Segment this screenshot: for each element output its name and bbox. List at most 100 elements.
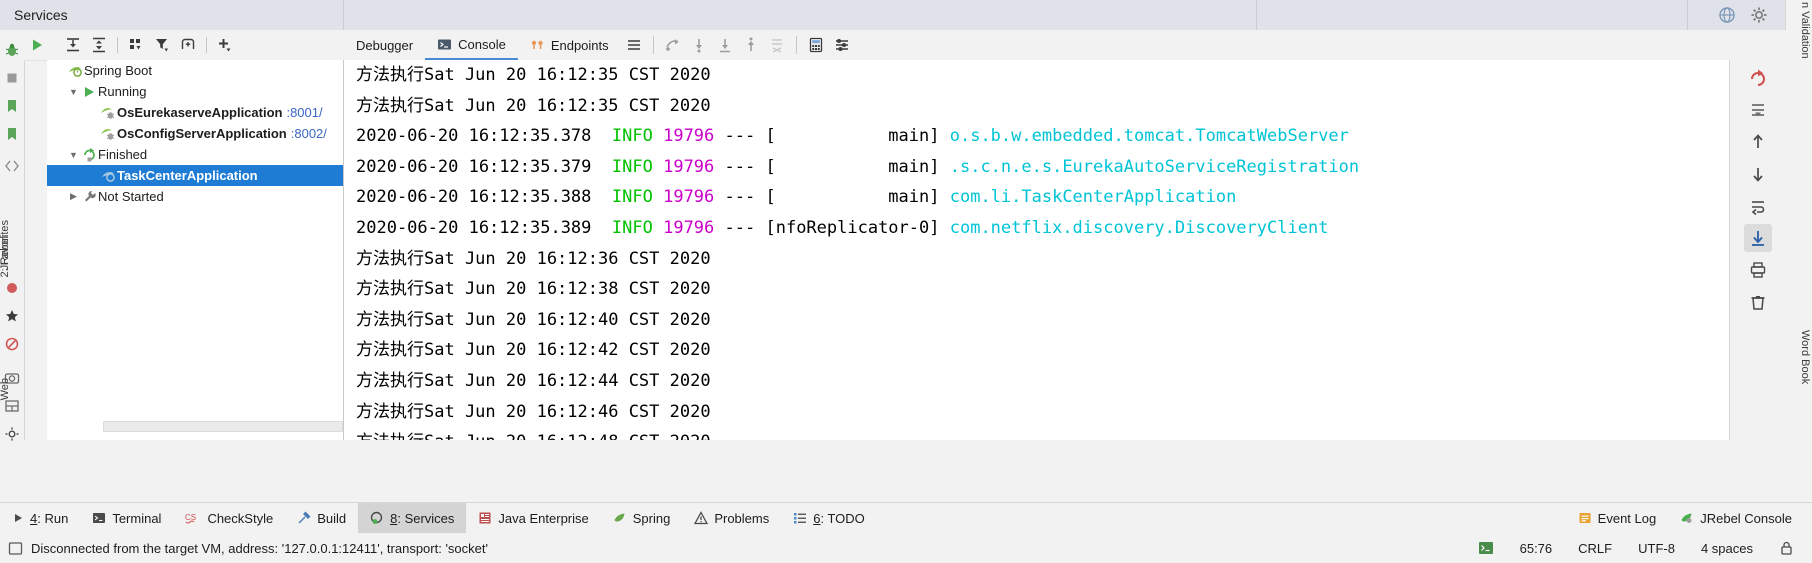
tree-node-osconfigserverapplication[interactable]: OsConfigServerApplication :8002/ (47, 123, 343, 144)
status-bar-right: 65:76 CRLF UTF-8 4 spaces (1478, 540, 1812, 556)
log-line-info: 2020-06-20 16:12:35.388 INFO 19796 --- [… (344, 182, 1730, 213)
log-thread: main] (775, 187, 940, 208)
expand-all-button[interactable] (60, 32, 86, 58)
group-by-button[interactable] (123, 32, 149, 58)
tool-window-event-log[interactable]: Event Log (1566, 503, 1669, 533)
log-timestamp: 2020-06-20 16:12:35.378 (356, 126, 592, 147)
force-step-into-icon[interactable] (712, 32, 738, 58)
tool-window-checkstyle-label: CheckStyle (207, 510, 274, 526)
lock-icon[interactable] (1779, 540, 1794, 556)
step-over-icon[interactable] (660, 32, 686, 58)
tree-arrow-not-started[interactable]: ▶ (67, 191, 80, 202)
tree-node-label: TaskCenterApplication (117, 168, 258, 183)
tree-node-spring-boot[interactable]: Spring Boot (47, 60, 343, 81)
log-line-info: 2020-06-20 16:12:35.378 INFO 19796 --- [… (344, 121, 1730, 152)
lines-icon[interactable] (621, 32, 647, 58)
event-log-icon (1578, 511, 1592, 525)
rerun-red-icon[interactable] (1744, 64, 1772, 92)
run-button[interactable] (24, 32, 50, 58)
status-bar: Disconnected from the target VM, address… (0, 533, 1812, 563)
sidebar-item-word-book[interactable]: Word Book (1787, 330, 1811, 384)
thread-dump-icon[interactable] (1744, 96, 1772, 124)
tool-window-jrebel-console[interactable]: JRebel Console (1668, 503, 1812, 533)
rerun-icon (80, 147, 98, 162)
filter-button[interactable] (149, 32, 175, 58)
tree-node-not-started[interactable]: ▶ Not Started (47, 186, 343, 207)
tool-window-java-enterprise[interactable]: Java Enterprise (466, 503, 600, 533)
arrow-up-icon[interactable] (1744, 128, 1772, 156)
log-line: 方法执行Sat Jun 20 16:12:46 CST 2020 (356, 401, 711, 422)
new-tab-icon[interactable] (175, 32, 201, 58)
tree-arrow-running[interactable]: ▼ (67, 87, 80, 97)
log-pid: 19796 (663, 126, 715, 147)
tree-node-finished[interactable]: ▼ Finished (47, 144, 343, 165)
todo-icon (793, 511, 807, 525)
log-timestamp: 2020-06-20 16:12:35.389 (356, 217, 592, 238)
status-encoding[interactable]: UTF-8 (1638, 541, 1675, 556)
sidebar-label-web-wrap: Web (0, 378, 24, 438)
checkstyle-icon: CS (185, 511, 201, 525)
title-middle-segment-2 (1256, 0, 1687, 30)
nav-left-right-icon[interactable] (4, 158, 20, 174)
console-separator-1 (652, 36, 654, 54)
java-enterprise-icon (478, 511, 492, 525)
log-pid: 19796 (663, 156, 715, 177)
arrow-down-icon[interactable] (1744, 160, 1772, 188)
tab-endpoints[interactable]: Endpoints (518, 30, 621, 60)
sidebar-item-validation[interactable]: n Validation (1787, 2, 1811, 59)
tool-window-problems[interactable]: Problems (682, 503, 781, 533)
services-tree[interactable]: Spring Boot ▼ Running OsEurekaserveAppli… (47, 60, 344, 440)
tree-node-port: :8002/ (290, 126, 327, 141)
drop-frame-icon[interactable] (764, 32, 790, 58)
status-caret-position[interactable]: 65:76 (1520, 541, 1553, 556)
tool-window-spring-label: Spring (632, 510, 671, 526)
gear-icon[interactable] (1750, 6, 1768, 24)
calculator-icon[interactable] (803, 32, 829, 58)
bookmark-green-icon-2[interactable] (4, 126, 20, 142)
terminal-green-small-icon[interactable] (1478, 540, 1494, 556)
tree-node-oseurekaserveapplication[interactable]: OsEurekaserveApplication :8001/ (47, 102, 343, 123)
tool-window-services[interactable]: 8: Services (358, 503, 467, 533)
warning-icon (694, 511, 709, 525)
status-indent[interactable]: 4 spaces (1701, 541, 1753, 556)
console-output[interactable]: 方法执行Sat Jun 20 16:12:35 CST 2020 方法执行Sat… (344, 60, 1730, 440)
printer-icon[interactable] (1744, 256, 1772, 284)
tree-node-label: Spring Boot (84, 63, 152, 78)
tool-window-checkstyle[interactable]: CS CheckStyle (173, 503, 285, 533)
tool-window-terminal[interactable]: Terminal (80, 503, 173, 533)
stop-icon[interactable] (4, 70, 20, 86)
log-line: 方法执行Sat Jun 20 16:12:35 CST 2020 (356, 65, 711, 85)
scroll-end-icon[interactable] (1744, 224, 1772, 252)
sidebar-label-jrebel-wrap: JRebel (0, 236, 24, 326)
step-into-icon[interactable] (686, 32, 712, 58)
tool-window-run[interactable]: 4: Run (0, 503, 80, 533)
tab-console[interactable]: Console (425, 30, 518, 60)
tree-arrow-finished[interactable]: ▼ (67, 150, 80, 160)
trash-icon[interactable] (1744, 288, 1772, 316)
collapse-all-button[interactable] (86, 32, 112, 58)
soft-wrap-icon[interactable] (1744, 192, 1772, 220)
no-entry-red-icon[interactable] (4, 336, 20, 352)
step-out-icon[interactable] (738, 32, 764, 58)
tab-debugger[interactable]: Debugger (344, 30, 425, 60)
tool-window-todo[interactable]: 6: TODO (781, 503, 877, 533)
tree-horizontal-scrollbar[interactable] (103, 421, 343, 432)
debug-bug-icon[interactable] (4, 42, 20, 58)
endpoints-icon (530, 38, 545, 53)
bookmark-green-icon[interactable] (4, 98, 20, 114)
sidebar-item-web-label[interactable]: Web (0, 378, 23, 400)
tool-window-build[interactable]: Build (285, 503, 358, 533)
tab-debugger-label: Debugger (356, 37, 414, 53)
tree-node-taskcenterapplication[interactable]: TaskCenterApplication (47, 165, 343, 186)
add-service-button[interactable] (212, 32, 238, 58)
status-line-separator[interactable]: CRLF (1578, 541, 1612, 556)
sidebar-item-jrebel-label[interactable]: JRebel (0, 236, 23, 270)
log-class: com.li.TaskCenterApplication (949, 187, 1237, 208)
log-line: 方法执行Sat Jun 20 16:12:42 CST 2020 (356, 340, 711, 361)
tool-window-spring[interactable]: Spring (601, 503, 683, 533)
globe-icon[interactable] (1718, 6, 1736, 24)
ide-window: Services 2: Favorites JRebel Web n Valid… (0, 0, 1812, 563)
tool-window-jrebel-console-label: JRebel Console (1700, 510, 1792, 526)
sliders-icon[interactable] (829, 32, 855, 58)
tree-node-running[interactable]: ▼ Running (47, 81, 343, 102)
